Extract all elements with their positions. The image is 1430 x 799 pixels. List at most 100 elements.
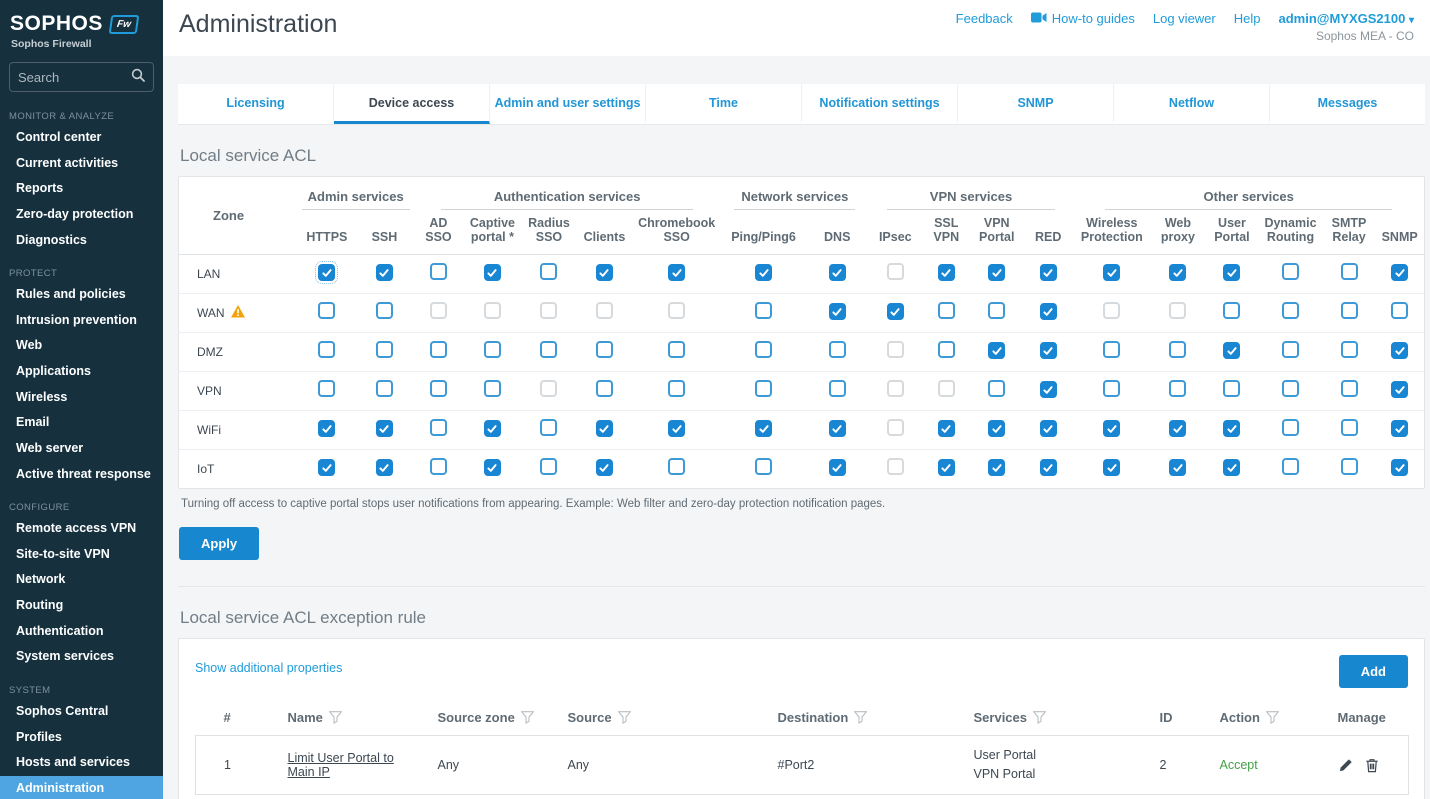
acl-checkbox-dmz-smtp-relay[interactable]	[1341, 341, 1358, 358]
sidebar-item-zero-day-protection[interactable]: Zero-day protection	[0, 202, 163, 228]
acl-checkbox-iot-snmp[interactable]	[1391, 459, 1408, 476]
tab-device-access[interactable]: Device access	[334, 84, 490, 124]
sidebar-item-intrusion-prevention[interactable]: Intrusion prevention	[0, 308, 163, 334]
acl-checkbox-iot-red[interactable]	[1040, 459, 1057, 476]
tab-time[interactable]: Time	[646, 84, 802, 124]
acl-checkbox-iot-radius-sso[interactable]	[540, 458, 557, 475]
acl-checkbox-lan-user-portal[interactable]	[1223, 264, 1240, 281]
acl-checkbox-iot-wireless-protection[interactable]	[1103, 459, 1120, 476]
sidebar-item-web-server[interactable]: Web server	[0, 436, 163, 462]
acl-checkbox-wan-dns[interactable]	[829, 303, 846, 320]
acl-checkbox-wifi-captive-portal[interactable]	[484, 420, 501, 437]
delete-trash-icon[interactable]	[1365, 758, 1379, 773]
acl-checkbox-dmz-chromebook-sso[interactable]	[668, 341, 685, 358]
acl-checkbox-vpn-ad-sso[interactable]	[430, 380, 447, 397]
sidebar-item-diagnostics[interactable]: Diagnostics	[0, 228, 163, 254]
header-link-help[interactable]: Help	[1234, 11, 1261, 26]
acl-checkbox-iot-ping-ping6[interactable]	[755, 458, 772, 475]
acl-checkbox-vpn-red[interactable]	[1040, 381, 1057, 398]
apply-button[interactable]: Apply	[179, 527, 259, 560]
acl-checkbox-vpn-snmp[interactable]	[1391, 381, 1408, 398]
acl-checkbox-iot-clients[interactable]	[596, 459, 613, 476]
acl-checkbox-dmz-wireless-protection[interactable]	[1103, 341, 1120, 358]
acl-checkbox-wifi-radius-sso[interactable]	[540, 419, 557, 436]
search-icon[interactable]	[131, 68, 145, 87]
acl-checkbox-lan-smtp-relay[interactable]	[1341, 263, 1358, 280]
acl-checkbox-lan-captive-portal[interactable]	[484, 264, 501, 281]
sidebar-item-profiles[interactable]: Profiles	[0, 725, 163, 751]
acl-checkbox-dmz-ssh[interactable]	[376, 341, 393, 358]
acl-checkbox-lan-ad-sso[interactable]	[430, 263, 447, 280]
acl-checkbox-lan-dynamic-routing[interactable]	[1282, 263, 1299, 280]
acl-checkbox-dmz-web-proxy[interactable]	[1169, 341, 1186, 358]
sidebar-item-control-center[interactable]: Control center	[0, 125, 163, 151]
acl-checkbox-dmz-vpn-portal[interactable]	[988, 342, 1005, 359]
sidebar-item-authentication[interactable]: Authentication	[0, 619, 163, 645]
sidebar-item-administration[interactable]: Administration	[0, 776, 163, 799]
acl-checkbox-lan-wireless-protection[interactable]	[1103, 264, 1120, 281]
edit-pencil-icon[interactable]	[1338, 758, 1353, 773]
acl-checkbox-wan-snmp[interactable]	[1391, 302, 1408, 319]
acl-checkbox-dmz-clients[interactable]	[596, 341, 613, 358]
acl-checkbox-wan-smtp-relay[interactable]	[1341, 302, 1358, 319]
header-link-feedback[interactable]: Feedback	[956, 11, 1013, 26]
sidebar-item-wireless[interactable]: Wireless	[0, 385, 163, 411]
acl-checkbox-wifi-ssl-vpn[interactable]	[938, 420, 955, 437]
acl-checkbox-wifi-ad-sso[interactable]	[430, 419, 447, 436]
acl-checkbox-wifi-dynamic-routing[interactable]	[1282, 419, 1299, 436]
acl-checkbox-wifi-user-portal[interactable]	[1223, 420, 1240, 437]
filter-funnel-icon[interactable]	[848, 710, 867, 725]
filter-funnel-icon[interactable]	[515, 710, 534, 725]
acl-checkbox-lan-red[interactable]	[1040, 264, 1057, 281]
acl-checkbox-wifi-dns[interactable]	[829, 420, 846, 437]
sidebar-item-routing[interactable]: Routing	[0, 593, 163, 619]
acl-checkbox-vpn-chromebook-sso[interactable]	[668, 380, 685, 397]
acl-checkbox-iot-ad-sso[interactable]	[430, 458, 447, 475]
acl-checkbox-wifi-ssh[interactable]	[376, 420, 393, 437]
acl-checkbox-lan-ssl-vpn[interactable]	[938, 264, 955, 281]
tab-snmp[interactable]: SNMP	[958, 84, 1114, 124]
acl-checkbox-dmz-snmp[interactable]	[1391, 342, 1408, 359]
sidebar-item-current-activities[interactable]: Current activities	[0, 151, 163, 177]
acl-checkbox-iot-smtp-relay[interactable]	[1341, 458, 1358, 475]
acl-checkbox-vpn-clients[interactable]	[596, 380, 613, 397]
acl-checkbox-lan-dns[interactable]	[829, 264, 846, 281]
acl-checkbox-lan-vpn-portal[interactable]	[988, 264, 1005, 281]
acl-checkbox-dmz-ad-sso[interactable]	[430, 341, 447, 358]
acl-checkbox-dmz-ssl-vpn[interactable]	[938, 341, 955, 358]
sidebar-item-site-to-site-vpn[interactable]: Site-to-site VPN	[0, 542, 163, 568]
acl-checkbox-dmz-https[interactable]	[318, 341, 335, 358]
acl-checkbox-vpn-user-portal[interactable]	[1223, 380, 1240, 397]
acl-checkbox-wan-https[interactable]	[318, 302, 335, 319]
filter-funnel-icon[interactable]	[323, 710, 342, 725]
acl-checkbox-wifi-snmp[interactable]	[1391, 420, 1408, 437]
acl-checkbox-wan-user-portal[interactable]	[1223, 302, 1240, 319]
acl-checkbox-wifi-vpn-portal[interactable]	[988, 420, 1005, 437]
sidebar-item-applications[interactable]: Applications	[0, 359, 163, 385]
acl-checkbox-wan-vpn-portal[interactable]	[988, 302, 1005, 319]
tab-admin-and-user-settings[interactable]: Admin and user settings	[490, 84, 646, 124]
acl-checkbox-vpn-ssh[interactable]	[376, 380, 393, 397]
acl-checkbox-lan-snmp[interactable]	[1391, 264, 1408, 281]
acl-checkbox-vpn-ping-ping6[interactable]	[755, 380, 772, 397]
sidebar-item-reports[interactable]: Reports	[0, 176, 163, 202]
add-button[interactable]: Add	[1339, 655, 1408, 688]
acl-checkbox-lan-https[interactable]	[318, 264, 335, 281]
user-menu[interactable]: admin@MYXGS2100 ▾	[1279, 11, 1415, 26]
sidebar-item-email[interactable]: Email	[0, 410, 163, 436]
acl-checkbox-dmz-dynamic-routing[interactable]	[1282, 341, 1299, 358]
acl-checkbox-iot-ssh[interactable]	[376, 459, 393, 476]
sidebar-item-active-threat-response[interactable]: Active threat response	[0, 462, 163, 488]
acl-checkbox-dmz-dns[interactable]	[829, 341, 846, 358]
acl-checkbox-wifi-smtp-relay[interactable]	[1341, 419, 1358, 436]
acl-checkbox-dmz-red[interactable]	[1040, 342, 1057, 359]
sidebar-item-rules-and-policies[interactable]: Rules and policies	[0, 282, 163, 308]
acl-checkbox-dmz-user-portal[interactable]	[1223, 342, 1240, 359]
filter-funnel-icon[interactable]	[1260, 710, 1279, 725]
acl-checkbox-iot-web-proxy[interactable]	[1169, 459, 1186, 476]
tab-notification-settings[interactable]: Notification settings	[802, 84, 958, 124]
acl-checkbox-wifi-chromebook-sso[interactable]	[668, 420, 685, 437]
acl-checkbox-wan-ssl-vpn[interactable]	[938, 302, 955, 319]
acl-checkbox-wifi-ping-ping6[interactable]	[755, 420, 772, 437]
acl-checkbox-lan-ping-ping6[interactable]	[755, 264, 772, 281]
